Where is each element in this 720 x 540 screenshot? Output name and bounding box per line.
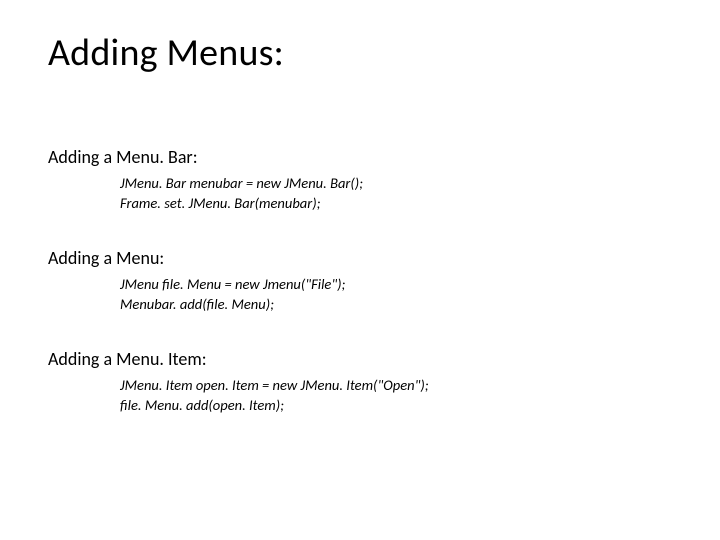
section-menu: Adding a Menu: JMenu file. Menu = new Jm…: [48, 247, 672, 314]
code-block: JMenu. Item open. Item = new JMenu. Item…: [48, 376, 672, 415]
code-line: JMenu. Bar menubar = new JMenu. Bar();: [120, 174, 672, 194]
section-menuitem: Adding a Menu. Item: JMenu. Item open. I…: [48, 348, 672, 415]
code-block: JMenu. Bar menubar = new JMenu. Bar(); F…: [48, 174, 672, 213]
code-line: Frame. set. JMenu. Bar(menubar);: [120, 194, 672, 214]
section-heading: Adding a Menu. Bar:: [48, 146, 672, 168]
code-block: JMenu file. Menu = new Jmenu("File"); Me…: [48, 275, 672, 314]
code-line: JMenu file. Menu = new Jmenu("File");: [120, 275, 672, 295]
section-heading: Adding a Menu:: [48, 247, 672, 269]
code-line: file. Menu. add(open. Item);: [120, 396, 672, 416]
code-line: JMenu. Item open. Item = new JMenu. Item…: [120, 376, 672, 396]
slide-title: Adding Menus:: [48, 30, 672, 76]
section-heading: Adding a Menu. Item:: [48, 348, 672, 370]
section-menubar: Adding a Menu. Bar: JMenu. Bar menubar =…: [48, 146, 672, 213]
code-line: Menubar. add(file. Menu);: [120, 295, 672, 315]
